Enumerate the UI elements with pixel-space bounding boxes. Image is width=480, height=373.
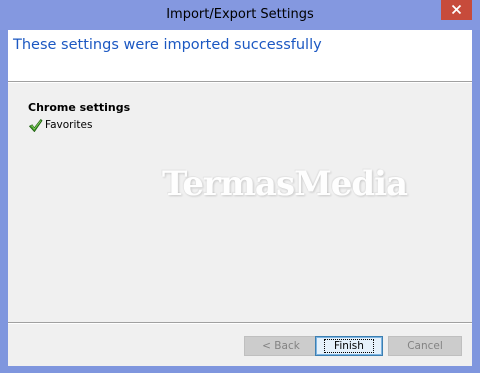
back-button[interactable]: < Back [244, 336, 318, 356]
close-icon [451, 4, 462, 15]
watermark-text: TermasMedia [162, 164, 408, 204]
finish-button[interactable]: Finish [315, 336, 383, 356]
cancel-button[interactable]: Cancel [388, 336, 462, 356]
header-title: These settings were imported successfull… [13, 37, 322, 53]
dialog-client-area: These settings were imported successfull… [8, 30, 472, 366]
list-item: Favorites [28, 117, 92, 133]
window-title: Import/Export Settings [166, 7, 314, 22]
finish-button-label: Finish [324, 339, 374, 353]
title-bar[interactable]: Import/Export Settings [0, 0, 480, 30]
import-export-dialog: Import/Export Settings These settings we… [0, 0, 480, 373]
wizard-header: These settings were imported successfull… [8, 30, 472, 81]
close-button[interactable] [441, 0, 472, 20]
section-title-chrome-settings: Chrome settings [28, 101, 131, 114]
checkmark-icon [29, 118, 43, 132]
item-label-favorites: Favorites [45, 119, 93, 131]
